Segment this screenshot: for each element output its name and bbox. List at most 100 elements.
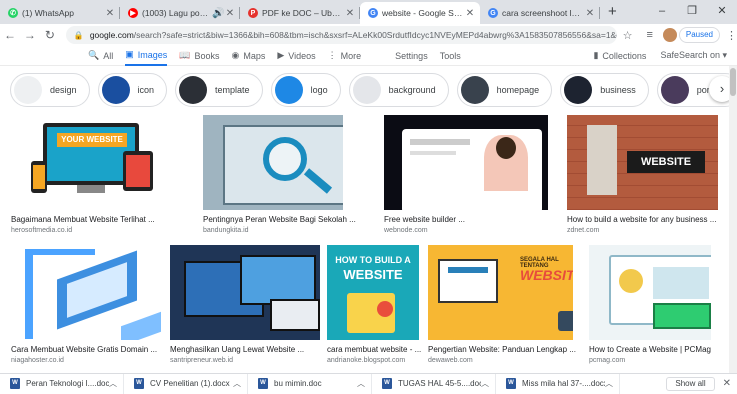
tab-0[interactable]: ✆ (1) WhatsApp ✕ bbox=[0, 2, 120, 24]
tab-tools[interactable]: Tools bbox=[440, 46, 461, 66]
result-source[interactable]: webnode.com bbox=[384, 227, 428, 234]
lock-icon: 🔒 bbox=[73, 30, 84, 40]
tab-settings[interactable]: Settings bbox=[395, 46, 428, 66]
result-caption[interactable]: Pentingnya Peran Website Bagi Sekolah ..… bbox=[203, 215, 356, 224]
minimize-button[interactable]: – bbox=[647, 0, 677, 24]
sync-paused-button[interactable]: Paused bbox=[678, 27, 720, 43]
browser-menu-icon[interactable]: ⋮ bbox=[726, 29, 737, 42]
reload-icon[interactable]: ↻ bbox=[40, 28, 60, 42]
close-tab-icon[interactable]: ✕ bbox=[464, 8, 476, 19]
tab-2[interactable]: P PDF ke DOC – Ubah PDF ke W ✕ bbox=[240, 2, 360, 24]
close-tab-icon[interactable]: ✕ bbox=[224, 8, 236, 19]
result-thumbnail[interactable]: YOUR WEBSITE bbox=[11, 115, 164, 210]
result-source[interactable]: bandungkita.id bbox=[203, 227, 249, 234]
url-path: /search?safe=strict&biw=1366&bih=608&tbm… bbox=[133, 30, 617, 40]
result-thumbnail[interactable] bbox=[11, 245, 164, 340]
tab-images[interactable]: ▣ Images bbox=[125, 46, 168, 66]
image-result[interactable]: Cara Membuat Website Gratis Domain ... n… bbox=[11, 245, 164, 370]
download-filename: CV Penelitian (1).docx bbox=[150, 379, 230, 388]
chevron-up-icon[interactable]: ︿ bbox=[481, 378, 495, 389]
result-source[interactable]: pcmag.com bbox=[589, 357, 625, 364]
scrollbar-thumb[interactable] bbox=[730, 68, 736, 96]
chip-homepage[interactable]: homepage bbox=[456, 73, 553, 107]
image-result[interactable]: Pentingnya Peran Website Bagi Sekolah ..… bbox=[203, 115, 356, 240]
download-item[interactable]: W CV Penelitian (1).docx ︿ bbox=[124, 373, 248, 394]
videos-icon: ▶ bbox=[277, 50, 285, 60]
download-item[interactable]: W bu mimin.doc ︿ bbox=[248, 373, 372, 394]
image-result[interactable]: Free website builder ... webnode.com bbox=[384, 115, 548, 240]
tab-maps[interactable]: ◉ Maps bbox=[232, 46, 266, 66]
result-source[interactable]: santripreneur.web.id bbox=[170, 357, 233, 364]
audio-icon[interactable]: 🔊 bbox=[212, 8, 224, 19]
chevron-up-icon[interactable]: ︿ bbox=[109, 378, 123, 389]
chip-template[interactable]: template bbox=[175, 73, 263, 107]
close-download-shelf-icon[interactable]: ✕ bbox=[723, 378, 731, 389]
result-caption[interactable]: Menghasilkan Uang Lewat Website ... bbox=[170, 345, 304, 354]
result-caption[interactable]: Pengertian Website: Panduan Lengkap ... bbox=[428, 345, 576, 354]
result-thumbnail[interactable] bbox=[203, 115, 343, 210]
restore-button[interactable]: ❐ bbox=[677, 0, 707, 24]
download-item[interactable]: W Miss mila hal 37-....docx ︿ bbox=[496, 373, 620, 394]
bookmark-star-icon[interactable]: ☆ bbox=[623, 29, 633, 42]
scrollbar[interactable] bbox=[729, 66, 737, 373]
image-result[interactable]: WEBSITE How to build a website for any b… bbox=[567, 115, 718, 240]
result-source[interactable]: dewaweb.com bbox=[428, 357, 473, 364]
result-thumbnail[interactable] bbox=[589, 245, 711, 340]
show-all-downloads-button[interactable]: Show all bbox=[666, 376, 715, 391]
result-source[interactable]: andrianoke.blogspot.com bbox=[327, 357, 405, 364]
back-arrow-icon[interactable]: ← bbox=[0, 28, 20, 42]
tab-1[interactable]: ▶ (1003) Lagu pop hits tahu 🔊 ✕ bbox=[120, 2, 240, 24]
close-tab-icon[interactable]: ✕ bbox=[104, 8, 116, 19]
chip-background[interactable]: background bbox=[348, 73, 449, 107]
image-result[interactable]: SEGALA HAL TENTANG WEBSITE Pengertian We… bbox=[428, 245, 576, 370]
result-caption[interactable]: Bagaimana Membuat Website Terlihat ... bbox=[11, 215, 155, 224]
tab-label: More bbox=[340, 50, 362, 61]
word-document-icon: W bbox=[506, 378, 516, 389]
close-window-button[interactable]: ✕ bbox=[707, 0, 737, 24]
more-icon: ⋮ bbox=[327, 50, 337, 60]
new-tab-button[interactable]: + bbox=[600, 2, 625, 24]
tab-3[interactable]: G website - Google Search ✕ bbox=[360, 2, 480, 24]
image-result[interactable]: Menghasilkan Uang Lewat Website ... sant… bbox=[170, 245, 320, 370]
close-tab-icon[interactable]: ✕ bbox=[344, 8, 356, 19]
result-source[interactable]: niagahoster.co.id bbox=[11, 357, 64, 364]
download-item[interactable]: W TUGAS HAL 45-5....docx ︿ bbox=[372, 373, 496, 394]
chevron-up-icon[interactable]: ︿ bbox=[357, 378, 371, 389]
result-caption[interactable]: How to Create a Website | PCMag bbox=[589, 345, 711, 354]
result-thumbnail[interactable]: WEBSITE bbox=[567, 115, 718, 210]
safesearch-toggle[interactable]: SafeSearch on ▾ bbox=[660, 50, 727, 61]
address-bar[interactable]: 🔒 google.com/search?safe=strict&biw=1366… bbox=[65, 26, 617, 44]
result-caption[interactable]: Free website builder ... bbox=[384, 215, 465, 224]
result-thumbnail[interactable] bbox=[170, 245, 320, 340]
tab-title: website - Google Search bbox=[382, 8, 464, 18]
result-thumbnail[interactable]: HOW TO BUILD A WEBSITE bbox=[327, 245, 419, 340]
tab-videos[interactable]: ▶ Videos bbox=[277, 46, 315, 66]
image-result[interactable]: HOW TO BUILD A WEBSITE cara membuat webs… bbox=[327, 245, 421, 370]
reading-list-icon[interactable]: ≡ bbox=[646, 29, 652, 41]
tab-more[interactable]: ⋮ More bbox=[328, 46, 362, 66]
chevron-up-icon[interactable]: ︿ bbox=[233, 378, 247, 389]
google-search-nav: 🔍 All ▣ Images 📖 Books ◉ Maps ▶ Videos ⋮ More Settin… bbox=[0, 46, 737, 66]
result-caption[interactable]: How to build a website for any business … bbox=[567, 215, 716, 224]
result-thumbnail[interactable]: SEGALA HAL TENTANG WEBSITE bbox=[428, 245, 573, 340]
avatar[interactable] bbox=[662, 28, 677, 42]
forward-arrow-icon[interactable]: → bbox=[20, 28, 40, 42]
chip-design[interactable]: design bbox=[10, 73, 90, 107]
image-result[interactable]: How to Create a Website | PCMag pcmag.co… bbox=[589, 245, 711, 370]
image-result[interactable]: YOUR WEBSITE Bagaimana Membuat Website T… bbox=[11, 115, 164, 240]
close-tab-icon[interactable]: ✕ bbox=[584, 8, 596, 19]
download-item[interactable]: W Peran Teknologi I....docx ︿ bbox=[0, 373, 124, 394]
tab-4[interactable]: G cara screenshoot layar laptop ✕ bbox=[480, 2, 600, 24]
tab-books[interactable]: 📖 Books bbox=[179, 46, 219, 66]
chevron-up-icon[interactable]: ︿ bbox=[605, 378, 619, 389]
result-caption[interactable]: Cara Membuat Website Gratis Domain ... bbox=[11, 345, 157, 354]
collections-link[interactable]: Collections bbox=[602, 51, 646, 61]
result-caption[interactable]: cara membuat website - ... bbox=[327, 345, 421, 354]
result-thumbnail[interactable] bbox=[384, 115, 548, 210]
result-source[interactable]: herosoftmedia.co.id bbox=[11, 227, 72, 234]
result-source[interactable]: zdnet.com bbox=[567, 227, 599, 234]
chip-icon[interactable]: icon bbox=[97, 73, 168, 107]
chip-business[interactable]: business bbox=[560, 73, 649, 107]
tab-all[interactable]: 🔍 All bbox=[88, 46, 113, 66]
chip-logo[interactable]: logo bbox=[270, 73, 341, 107]
